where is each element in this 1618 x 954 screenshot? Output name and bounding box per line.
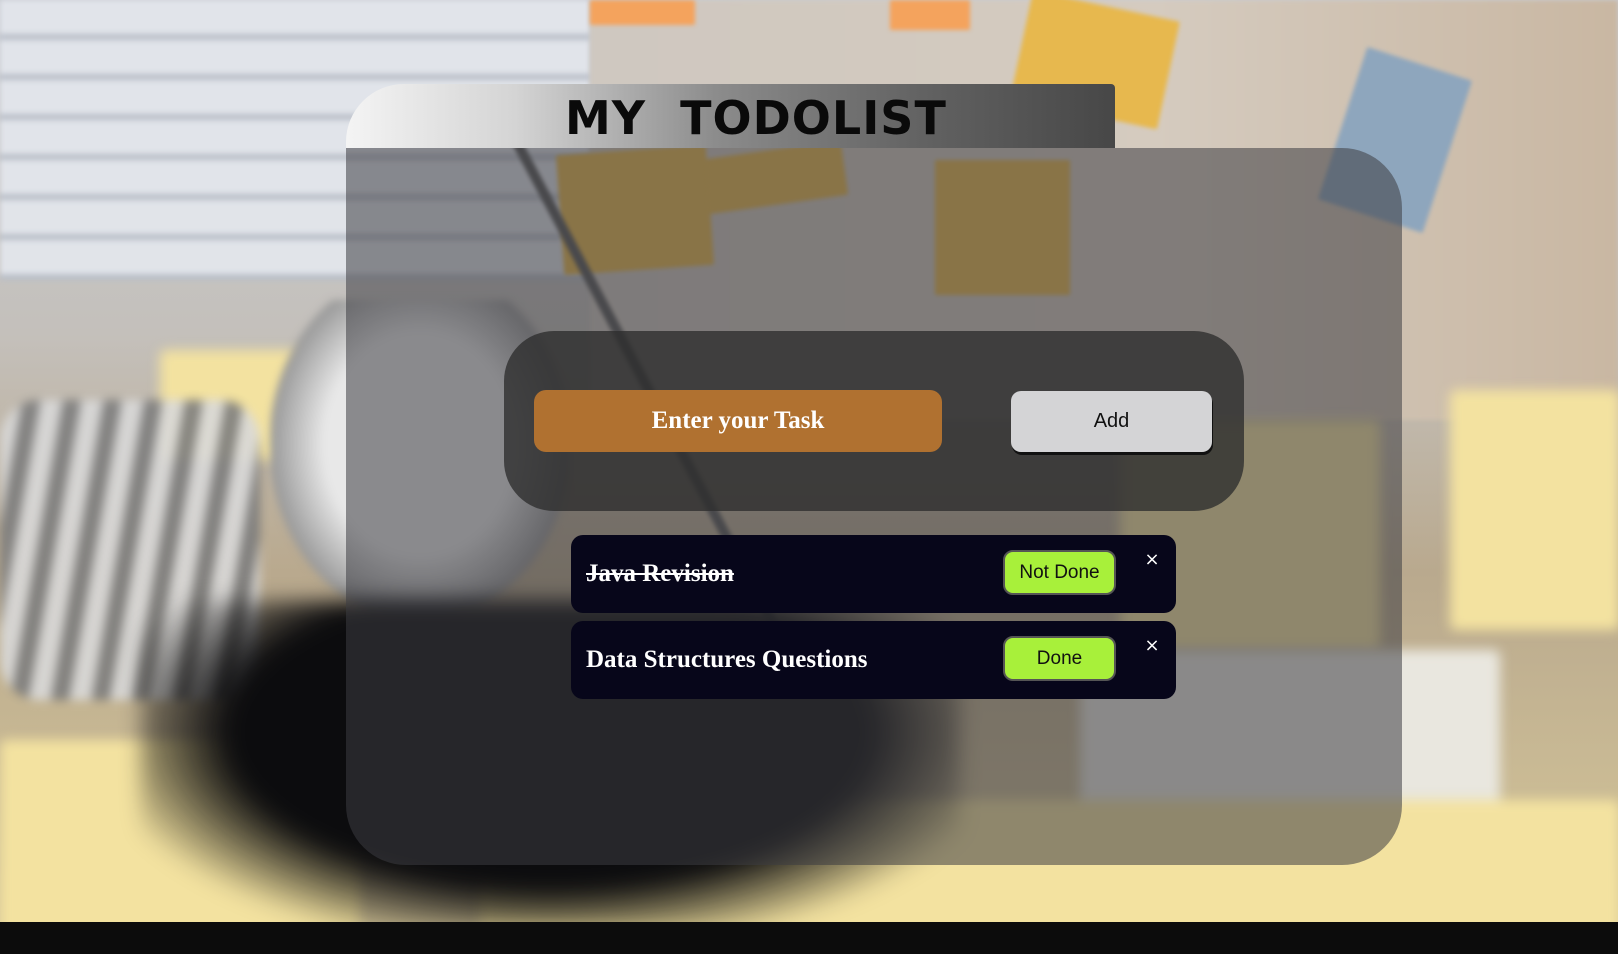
close-icon[interactable]: ×	[1144, 637, 1160, 655]
todo-text: Java Revision	[586, 560, 734, 587]
task-input[interactable]	[534, 390, 942, 452]
close-icon[interactable]: ×	[1144, 551, 1160, 569]
todo-item: Data Structures Questions Done ×	[571, 621, 1176, 699]
done-button[interactable]: Done	[1003, 636, 1116, 681]
todo-item: Java Revision Not Done ×	[571, 535, 1176, 613]
not-done-button[interactable]: Not Done	[1003, 550, 1116, 595]
page-title: MY TODOLIST	[565, 91, 947, 145]
add-button[interactable]: Add	[1011, 391, 1212, 452]
todo-text: Data Structures Questions	[586, 646, 868, 673]
